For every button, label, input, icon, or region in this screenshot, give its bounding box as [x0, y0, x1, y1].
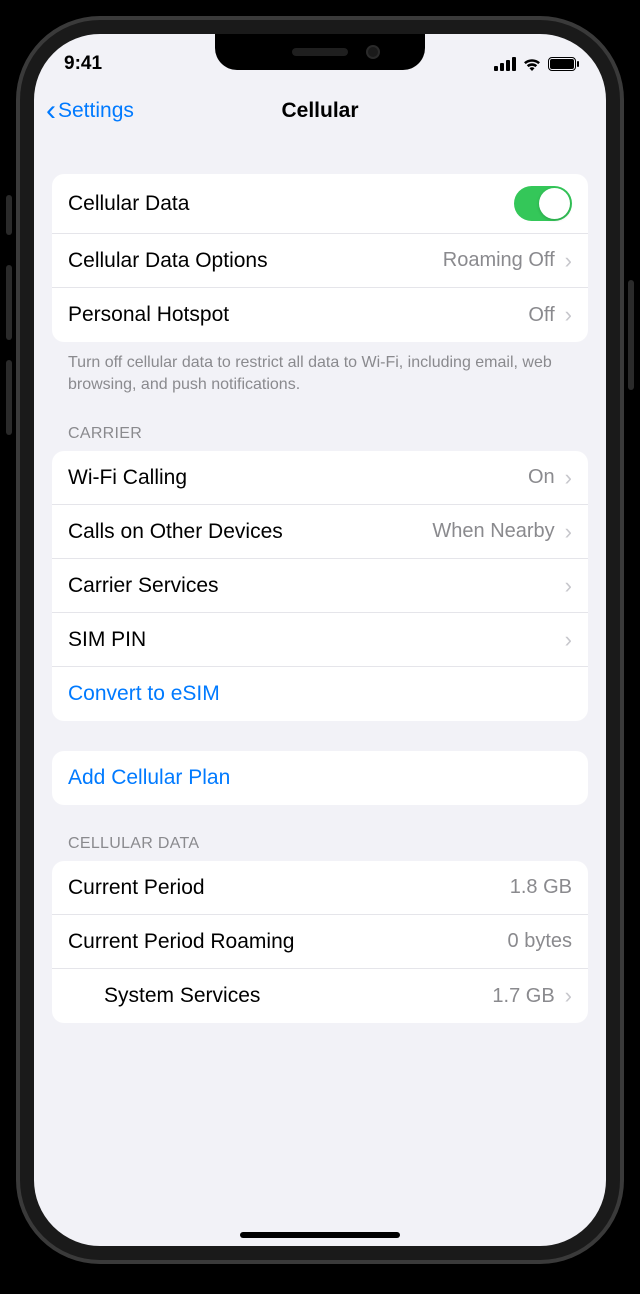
back-button[interactable]: ‹ Settings: [46, 96, 134, 126]
system-services-row[interactable]: System Services 1.7 GB ›: [52, 969, 588, 1023]
back-label: Settings: [58, 99, 134, 123]
row-label: Personal Hotspot: [68, 303, 528, 327]
chevron-right-icon: ›: [565, 465, 572, 491]
chevron-left-icon: ‹: [46, 96, 56, 126]
chevron-right-icon: ›: [565, 248, 572, 274]
add-cellular-plan-row[interactable]: Add Cellular Plan: [52, 751, 588, 805]
chevron-right-icon: ›: [565, 983, 572, 1009]
sim-pin-row[interactable]: SIM PIN ›: [52, 613, 588, 667]
section-footer: Turn off cellular data to restrict all d…: [52, 342, 588, 395]
status-time: 9:41: [64, 53, 102, 75]
row-label: SIM PIN: [68, 628, 555, 652]
personal-hotspot-row[interactable]: Personal Hotspot Off ›: [52, 288, 588, 342]
row-label: Wi-Fi Calling: [68, 466, 528, 490]
row-label: Add Cellular Plan: [68, 766, 572, 790]
home-indicator[interactable]: [240, 1232, 400, 1238]
cellular-data-row[interactable]: Cellular Data: [52, 174, 588, 234]
row-label: Cellular Data: [68, 192, 514, 216]
wifi-icon: [522, 57, 542, 72]
navigation-bar: ‹ Settings Cellular: [34, 84, 606, 138]
cellular-data-header: Cellular Data: [52, 835, 588, 861]
chevron-right-icon: ›: [565, 302, 572, 328]
row-label: Calls on Other Devices: [68, 520, 432, 544]
row-label: System Services: [68, 984, 492, 1008]
row-value: When Nearby: [432, 520, 554, 543]
row-value: 1.8 GB: [510, 876, 572, 899]
row-value: 0 bytes: [508, 930, 572, 953]
settings-content[interactable]: Cellular Data Cellular Data Options Roam…: [34, 138, 606, 1246]
chevron-right-icon: ›: [565, 519, 572, 545]
row-label: Carrier Services: [68, 574, 555, 598]
wifi-calling-row[interactable]: Wi-Fi Calling On ›: [52, 451, 588, 505]
chevron-right-icon: ›: [565, 627, 572, 653]
current-period-row: Current Period 1.8 GB: [52, 861, 588, 915]
convert-esim-row[interactable]: Convert to eSIM: [52, 667, 588, 721]
calls-other-devices-row[interactable]: Calls on Other Devices When Nearby ›: [52, 505, 588, 559]
row-value: On: [528, 466, 555, 489]
row-value: Off: [528, 304, 554, 327]
battery-icon: [548, 57, 576, 71]
row-value: Roaming Off: [443, 249, 555, 272]
row-label: Current Period: [68, 876, 510, 900]
cellular-signal-icon: [494, 57, 516, 71]
page-title: Cellular: [281, 99, 358, 123]
carrier-services-row[interactable]: Carrier Services ›: [52, 559, 588, 613]
device-notch: [215, 34, 425, 70]
row-label: Cellular Data Options: [68, 249, 443, 273]
carrier-header: Carrier: [52, 425, 588, 451]
cellular-data-toggle[interactable]: [514, 186, 572, 221]
row-label: Convert to eSIM: [68, 682, 572, 706]
chevron-right-icon: ›: [565, 573, 572, 599]
cellular-data-options-row[interactable]: Cellular Data Options Roaming Off ›: [52, 234, 588, 288]
current-period-roaming-row: Current Period Roaming 0 bytes: [52, 915, 588, 969]
row-label: Current Period Roaming: [68, 930, 508, 954]
phone-frame: 9:41 ‹ Settings Cellular Cellular Data C…: [20, 20, 620, 1260]
row-value: 1.7 GB: [492, 985, 554, 1008]
